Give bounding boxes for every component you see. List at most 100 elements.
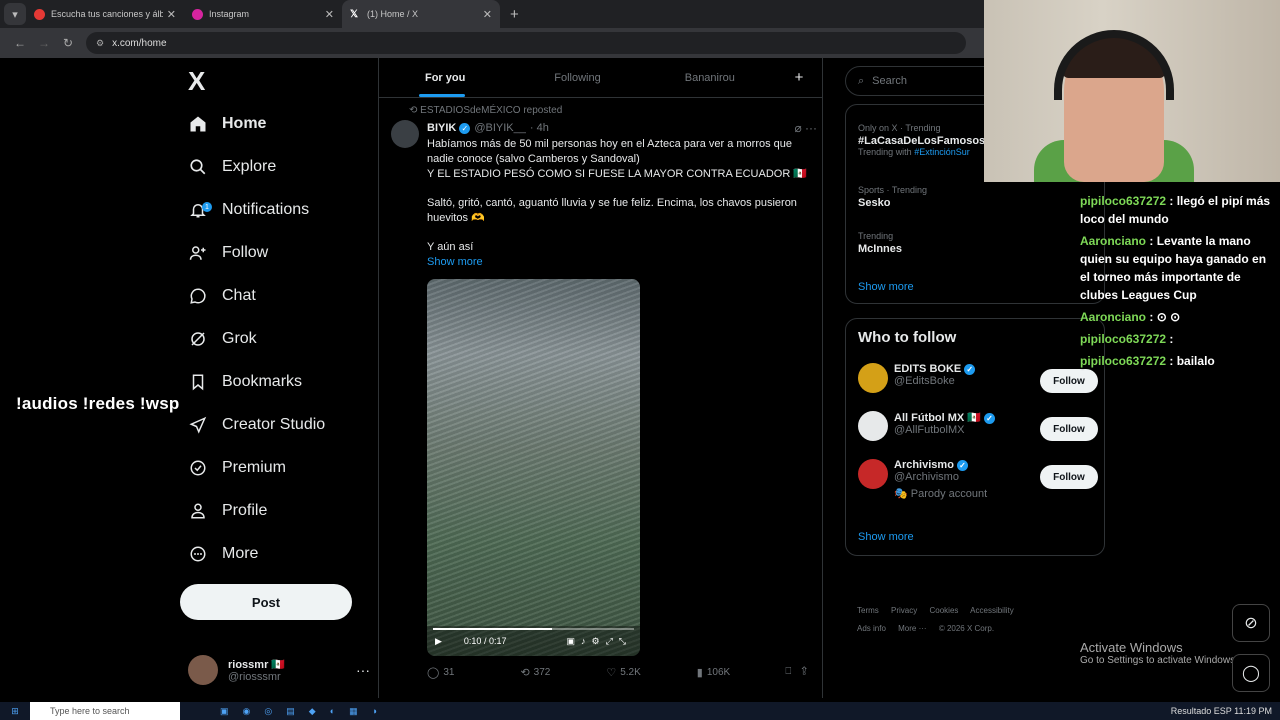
- tweet-author-name[interactable]: BIYIK: [427, 122, 456, 134]
- trend-context: Trending: [858, 231, 894, 241]
- footer-link[interactable]: More ···: [898, 624, 926, 633]
- avatar[interactable]: [391, 120, 419, 148]
- more-dots-icon[interactable]: ···: [356, 662, 370, 678]
- tweet-time[interactable]: · 4h: [530, 122, 549, 134]
- footer-link[interactable]: Ads info: [857, 624, 886, 633]
- who-to-follow-show-more[interactable]: Show more: [858, 531, 914, 543]
- close-icon[interactable]: ✕: [483, 8, 492, 21]
- add-tab-button[interactable]: +: [776, 58, 822, 97]
- more-dots-icon[interactable]: ⌀ ···: [794, 121, 817, 135]
- post-button[interactable]: Post: [180, 584, 352, 620]
- trend-item[interactable]: Sports · Trending Sesko: [858, 185, 927, 209]
- tab-for-you[interactable]: For you: [379, 58, 511, 97]
- grok-icon: ⊘: [1244, 615, 1258, 632]
- verified-badge-icon: ✓: [459, 122, 471, 134]
- nav-chat[interactable]: Chat: [188, 280, 256, 312]
- back-arrow-icon[interactable]: ←: [8, 36, 32, 50]
- video-progress-bar[interactable]: [433, 628, 634, 630]
- follow-suggestion[interactable]: Archivismo ✓ @Archivismo 🎭 Parody account…: [858, 459, 1098, 500]
- account-switcher[interactable]: riossmr 🇲🇽 @riosssmr ···: [188, 654, 370, 686]
- follow-button[interactable]: Follow: [1040, 465, 1098, 489]
- new-tab-button[interactable]: +: [510, 6, 519, 23]
- follow-button[interactable]: Follow: [1040, 417, 1098, 441]
- footer-link[interactable]: Terms: [857, 606, 879, 615]
- chat-text: : ⊙ ⊙: [1149, 310, 1181, 324]
- nav-label: Notifications: [222, 201, 310, 218]
- tab-title: (1) Home / X: [367, 9, 419, 19]
- video-frame: [427, 279, 640, 656]
- headset-icon: [1054, 30, 1174, 100]
- tweet-paragraph: Y EL ESTADIO PESÓ COMO SI FUESE LA MAYOR…: [427, 168, 808, 180]
- profile-icon: [188, 501, 208, 521]
- messages-float-button[interactable]: ◯: [1232, 654, 1270, 692]
- trend-with: Trending with #ExtinciónSur: [858, 147, 985, 157]
- verified-badge-icon: ✓: [964, 364, 976, 375]
- view-count: 106K: [706, 667, 731, 678]
- play-icon[interactable]: ▶: [435, 636, 442, 647]
- trend-item[interactable]: Trending McInnes: [858, 231, 902, 255]
- tab-following[interactable]: Following: [511, 58, 643, 97]
- parody-label: 🎭 Parody account: [894, 488, 988, 500]
- windows-start-icon[interactable]: ⊞: [0, 706, 30, 717]
- left-navigation: X Home Explore 1 Notifications Follow Ch…: [180, 58, 378, 698]
- tab-bananirou[interactable]: Bananirou: [644, 58, 776, 97]
- trend-context: Only on X · Trending: [858, 123, 941, 133]
- views-button[interactable]: ▮ 106K: [697, 666, 730, 679]
- repost-count: 372: [533, 667, 551, 678]
- tweet-video[interactable]: ▶ 0:10 / 0:17 ▣♪⚙⤢⤡: [427, 279, 640, 656]
- tweet-header: BIYIK ✓ @BIYIK__ · 4h ⌀ ···: [427, 121, 817, 135]
- stream-overlay-text: !audios !redes !wsp: [16, 394, 180, 413]
- nav-notifications[interactable]: 1 Notifications: [188, 194, 309, 226]
- premium-icon: [188, 458, 208, 478]
- timeline-tabs: For you Following Bananirou +: [379, 58, 822, 98]
- avatar: [188, 655, 218, 685]
- browser-tab-x[interactable]: 𝕏 (1) Home / X ✕: [342, 0, 500, 28]
- x-logo-icon[interactable]: X: [188, 66, 205, 97]
- nav-label: Follow: [222, 244, 269, 261]
- nav-explore[interactable]: Explore: [188, 151, 276, 183]
- forward-arrow-icon[interactable]: →: [32, 36, 56, 50]
- close-icon[interactable]: ✕: [325, 8, 334, 21]
- tweet-author-handle[interactable]: @BIYIK__: [474, 122, 526, 134]
- reload-icon[interactable]: ↻: [56, 36, 80, 50]
- browser-tab-spotify[interactable]: Escucha tus canciones y álbum ✕: [26, 0, 184, 28]
- nav-bookmarks[interactable]: Bookmarks: [188, 366, 302, 398]
- nav-home[interactable]: Home: [188, 108, 266, 140]
- show-more-link[interactable]: Show more: [427, 255, 812, 270]
- grok-float-button[interactable]: ⊘: [1232, 604, 1270, 642]
- trends-show-more[interactable]: Show more: [858, 281, 914, 293]
- trend-item[interactable]: Only on X · Trending #LaCasaDeLosFamosos…: [858, 123, 985, 157]
- tab-search-button[interactable]: ▾: [4, 3, 26, 25]
- site-info-icon[interactable]: ⚙: [96, 38, 104, 49]
- close-icon[interactable]: ✕: [167, 8, 176, 21]
- nav-label: Bookmarks: [222, 373, 303, 390]
- browser-tab-instagram[interactable]: Instagram ✕: [184, 0, 342, 28]
- nav-grok[interactable]: Grok: [188, 323, 257, 355]
- system-tray[interactable]: Resultado ESP 11:19 PM: [1171, 706, 1280, 716]
- taskbar-app-icons[interactable]: ▣◉◎▤◆◐▦◑: [220, 706, 391, 717]
- verified-badge-icon: ✓: [956, 460, 968, 471]
- url-text: x.com/home: [112, 37, 167, 49]
- footer-link[interactable]: Accessibility: [970, 606, 1014, 615]
- like-button[interactable]: ♡ 5.2K: [606, 666, 640, 679]
- avatar: [858, 411, 888, 441]
- chat-user: pipiloco637272: [1080, 332, 1167, 346]
- trend-with-tag[interactable]: #ExtinciónSur: [914, 147, 970, 157]
- video-tools-icon[interactable]: ▣♪⚙⤢⤡: [567, 636, 632, 647]
- follow-suggestion[interactable]: All Fútbol MX 🇲🇽 ✓ @AllFutbolMX Follow: [858, 411, 1098, 441]
- footer-link[interactable]: Cookies: [929, 606, 958, 615]
- nav-creator-studio[interactable]: Creator Studio: [188, 409, 325, 441]
- address-bar[interactable]: ⚙ x.com/home: [86, 32, 966, 54]
- reply-button[interactable]: ◯ 31: [427, 666, 454, 679]
- nav-premium[interactable]: Premium: [188, 452, 286, 484]
- repost-button[interactable]: ⟲ 372: [520, 666, 550, 679]
- nav-follow[interactable]: Follow: [188, 237, 268, 269]
- follow-suggestion[interactable]: EDITS BOKE ✓ @EditsBoke Follow: [858, 363, 1098, 393]
- nav-more[interactable]: More: [188, 538, 258, 570]
- nav-profile[interactable]: Profile: [188, 495, 267, 527]
- bookmark-share-icons[interactable]: ⎕⇪: [785, 666, 817, 679]
- taskbar-search[interactable]: Type here to search: [30, 702, 180, 720]
- activate-windows-watermark: Activate Windows Go to Settings to activ…: [1080, 640, 1238, 666]
- tweet-text: Habíamos más de 50 mil personas hoy en e…: [427, 137, 812, 270]
- footer-link[interactable]: Privacy: [891, 606, 917, 615]
